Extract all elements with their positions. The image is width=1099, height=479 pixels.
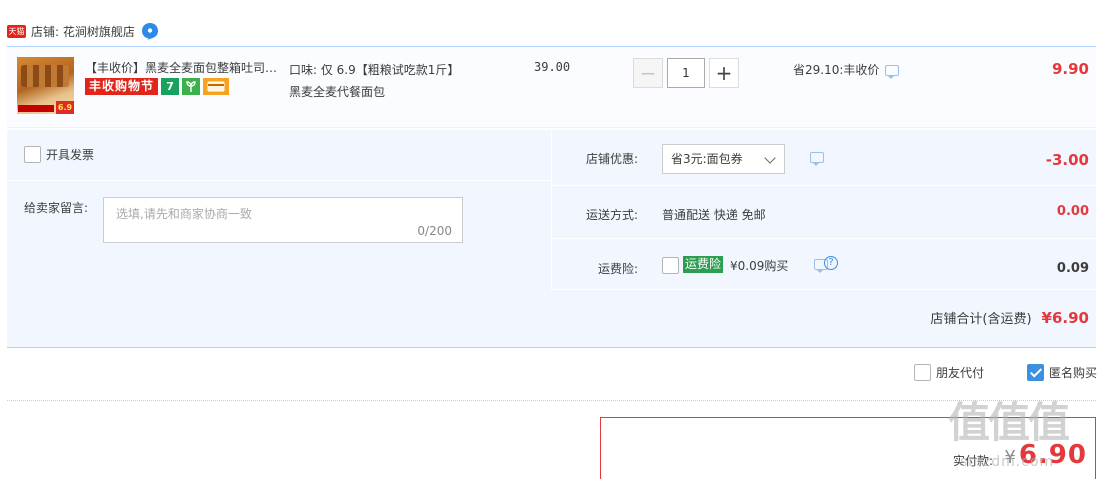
savings-info: 省29.10:丰收价: [793, 61, 900, 79]
image-label-strip: [18, 105, 54, 112]
wangwang-chat-icon[interactable]: [141, 22, 159, 40]
product-image[interactable]: 6.9: [17, 57, 74, 114]
shop-name[interactable]: 店铺: 花涧树旗舰店: [31, 23, 135, 40]
memo-placeholder: 选填,请先和商家协商一致: [116, 207, 252, 221]
friend-pay-label: 朋友代付: [935, 366, 984, 380]
shipping-method: 普通配送 快递 免邮: [662, 208, 766, 222]
watermark: 值值值: [948, 398, 1070, 447]
anonymous-checkbox[interactable]: [1026, 364, 1044, 381]
invoice-section: 开具发票: [7, 130, 551, 181]
discount-label: 店铺优惠:: [585, 152, 638, 166]
card-glyph-icon: [207, 81, 225, 92]
unit-price: 39.00: [534, 60, 571, 74]
image-price-tag: 6.9: [56, 101, 74, 114]
payment-options: 朋友代付 匿名购买: [871, 364, 1097, 381]
sku-flavor: 口味: 仅 6.9【粗粮试吃款1斤】: [289, 63, 460, 77]
shipping-fee: 0.00: [1056, 204, 1089, 219]
invoice-label: 开具发票: [46, 148, 95, 162]
comment-icon[interactable]: [885, 65, 900, 79]
insurance-checkbox[interactable]: [662, 257, 679, 274]
memo-textarea[interactable]: 选填,请先和商家协商一致 0/200: [103, 197, 463, 243]
help-icon[interactable]: ?: [824, 256, 838, 270]
shop-total-value: ¥6.90: [1041, 308, 1089, 327]
credit-card-icon: [203, 78, 230, 95]
promo-strip: 丰收购物节 7: [85, 78, 230, 95]
insurance-badge: 运费险: [683, 256, 724, 273]
shipping-row: 运送方式: 普通配送 快递 免邮 0.00: [552, 186, 1096, 239]
quantity-input[interactable]: 1: [667, 58, 705, 88]
shop-total: 店铺合计(含运费) ¥6.90: [930, 308, 1089, 328]
leaf-glyph-icon: [186, 80, 196, 92]
insurance-value: 0.09: [1056, 261, 1089, 276]
memo-char-counter: 0/200: [417, 224, 452, 238]
coupon-comment-icon[interactable]: [810, 152, 824, 166]
savings-text: 省29.10:丰收价: [793, 63, 880, 77]
insurance-price: ¥0.09购买: [730, 259, 789, 273]
order-options-panel: 开具发票 给卖家留言: 选填,请先和商家协商一致 0/200 店铺优惠: 省3元…: [7, 130, 1096, 348]
coupon-select[interactable]: 省3元:面包券: [662, 144, 785, 174]
quantity-decrease-button[interactable]: −: [633, 58, 663, 88]
watermark-site: smzdm.com: [960, 454, 1055, 470]
quantity-stepper: − 1 +: [633, 58, 739, 88]
friend-pay-option[interactable]: 朋友代付: [913, 364, 984, 381]
quantity-increase-button[interactable]: +: [709, 58, 739, 88]
memo-label: 给卖家留言:: [24, 201, 89, 215]
sku-name: 黑麦全麦代餐面包: [289, 85, 386, 99]
bread-graphic: [21, 65, 69, 87]
invoice-checkbox[interactable]: [24, 146, 41, 163]
discount-value: -3.00: [1045, 151, 1089, 169]
shop-header: 天猫 店铺: 花涧树旗舰店: [7, 20, 159, 42]
shop-discount-row: 店铺优惠: 省3元:面包券 -3.00: [552, 130, 1096, 186]
item-subtotal: 9.90: [1051, 60, 1089, 78]
invoice-option[interactable]: 开具发票: [24, 146, 94, 163]
friend-pay-checkbox[interactable]: [913, 364, 931, 381]
chevron-down-icon: [764, 152, 776, 164]
product-title[interactable]: 【丰收价】黑麦全麦面包整箱吐司早餐健身代餐: [85, 59, 285, 76]
insurance-label: 运费险:: [597, 262, 638, 276]
order-item-row: 6.9 【丰收价】黑麦全麦面包整箱吐司早餐健身代餐 丰收购物节 7 口味: 仅 …: [7, 46, 1096, 128]
shop-total-label: 店铺合计(含运费): [930, 312, 1032, 327]
coupon-selected-value: 省3元:面包券: [671, 152, 743, 166]
section-divider: [7, 400, 1096, 401]
seven-day-return-icon: 7: [161, 78, 180, 95]
insurance-row: 运费险: 运费险 ¥0.09购买 ? 0.09: [552, 240, 1096, 290]
shipping-label: 运送方式:: [585, 208, 638, 222]
harvest-festival-badge: 丰收购物节: [85, 78, 159, 95]
anonymous-option[interactable]: 匿名购买: [1026, 364, 1097, 381]
anonymous-label: 匿名购买: [1048, 366, 1097, 380]
leaf-icon: [182, 78, 201, 95]
tmall-icon: 天猫: [7, 24, 26, 38]
